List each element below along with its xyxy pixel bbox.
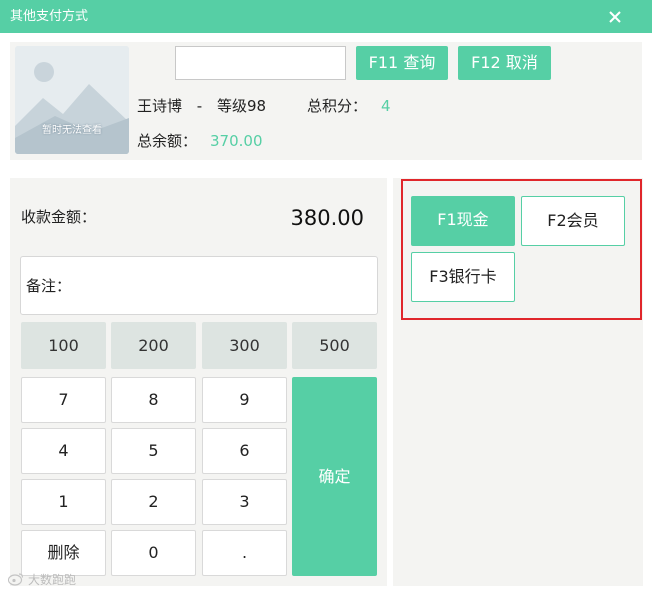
remark-label: 备注： — [26, 277, 72, 295]
balance-value: 370.00 — [210, 132, 263, 150]
balance-label: 总余额： — [137, 132, 198, 150]
pay-bank-card-button[interactable]: F3银行卡 — [411, 252, 515, 302]
cancel-button[interactable]: F12 取消 — [458, 46, 551, 80]
image-placeholder-icon — [15, 46, 129, 154]
title-bar: 其他支付方式 — [0, 0, 652, 33]
member-separator: - — [196, 97, 203, 115]
points-label: 总积分： — [307, 97, 368, 115]
amount-value: 380.00 — [290, 206, 364, 230]
pay-cash-button[interactable]: F1现金 — [411, 196, 515, 246]
remark-field[interactable]: 备注： — [20, 256, 378, 315]
quick-amount-500[interactable]: 500 — [292, 322, 377, 369]
keypad-decimal[interactable]: . — [202, 530, 287, 576]
query-button[interactable]: F11 查询 — [356, 46, 448, 80]
keypad-3[interactable]: 3 — [202, 479, 287, 525]
pay-member-button[interactable]: F2会员 — [521, 196, 625, 246]
member-search-input[interactable] — [175, 46, 346, 80]
watermark: 大数跑跑 — [7, 572, 77, 589]
avatar-caption: 暂时无法查看 — [42, 125, 102, 136]
keypad-2[interactable]: 2 — [111, 479, 196, 525]
member-info: 王诗博 - 等级98 — [137, 97, 266, 115]
member-name: 王诗博 — [137, 97, 183, 115]
keypad-1[interactable]: 1 — [21, 479, 106, 525]
avatar: 暂时无法查看 — [15, 46, 129, 154]
confirm-button[interactable]: 确定 — [292, 377, 377, 576]
keypad-0[interactable]: 0 — [111, 530, 196, 576]
keypad-5[interactable]: 5 — [111, 428, 196, 474]
close-icon[interactable] — [602, 4, 628, 30]
points-value: 4 — [381, 97, 391, 115]
amount-label: 收款金额： — [21, 208, 97, 226]
member-level: 等级98 — [217, 97, 267, 115]
keypad-4[interactable]: 4 — [21, 428, 106, 474]
watermark-text: 大数跑跑 — [28, 573, 77, 587]
quick-amount-200[interactable]: 200 — [111, 322, 196, 369]
keypad-8[interactable]: 8 — [111, 377, 196, 423]
quick-amount-300[interactable]: 300 — [202, 322, 287, 369]
keypad-delete-button[interactable]: 删除 — [21, 530, 106, 576]
keypad-6[interactable]: 6 — [202, 428, 287, 474]
weibo-icon — [7, 572, 24, 589]
quick-amount-100[interactable]: 100 — [21, 322, 106, 369]
keypad-7[interactable]: 7 — [21, 377, 106, 423]
keypad-9[interactable]: 9 — [202, 377, 287, 423]
window-title: 其他支付方式 — [10, 9, 89, 24]
